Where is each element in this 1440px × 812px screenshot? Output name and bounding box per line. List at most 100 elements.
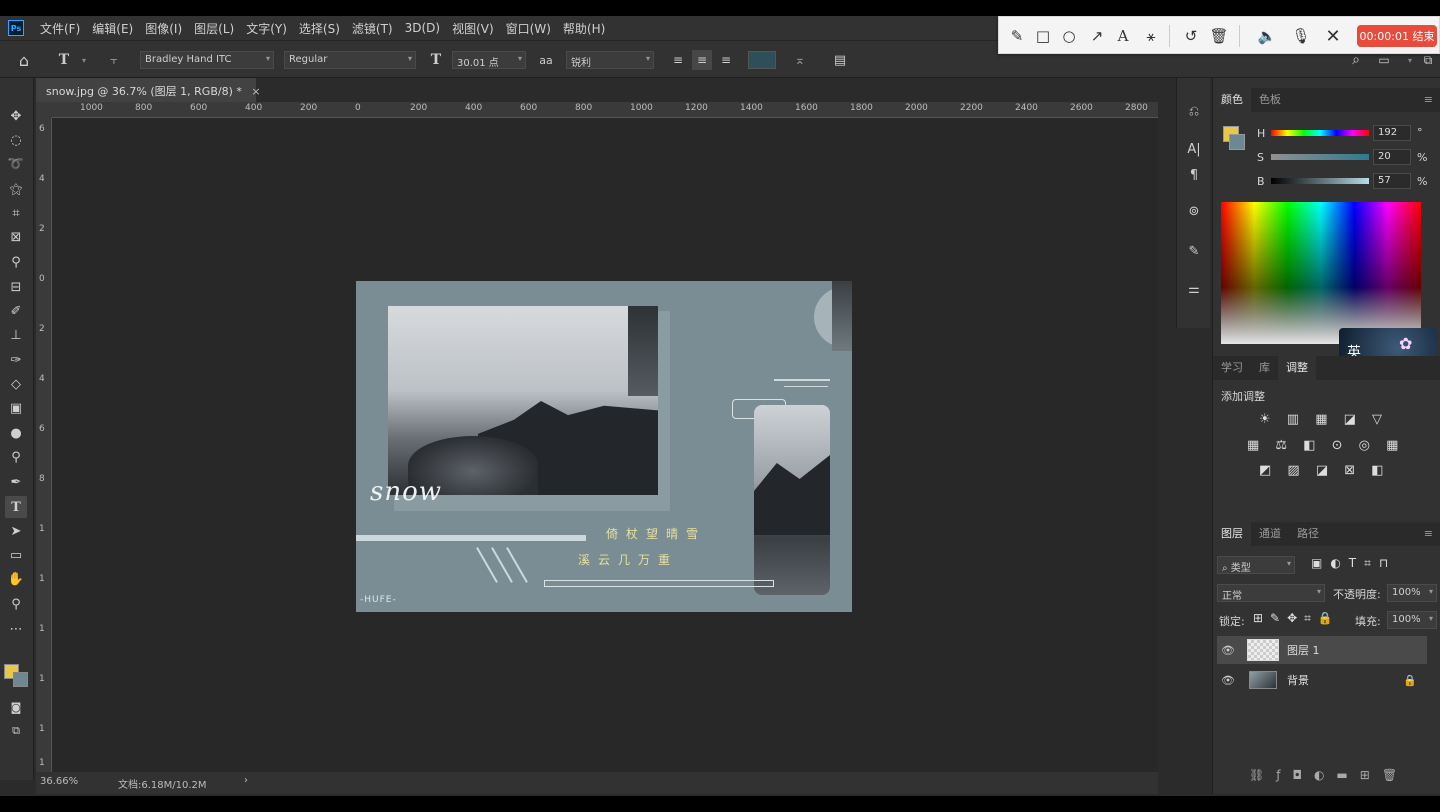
layer-name[interactable]: 背景 [1287,672,1309,688]
hue-value[interactable]: 192 [1373,125,1411,141]
adjustment-icons-row-3[interactable]: ◩ ▨ ◪ ⊠ ◧ [1259,463,1390,478]
path-selection-tool-icon[interactable]: ➤ [5,520,27,542]
eyedropper-tool-icon[interactable]: ⚲ [5,251,27,273]
blend-mode-select[interactable]: 正常 ▾ [1217,584,1325,602]
document-info[interactable]: 文档:6.18M/10.2M [118,776,207,791]
menu-view[interactable]: 视图(V) [446,20,500,37]
menu-edit[interactable]: 编辑(E) [86,20,139,37]
panel-menu-icon[interactable]: ≡ [1416,88,1440,112]
font-size-select[interactable]: 30.01 点 ▾ [452,51,526,69]
eraser-tool-icon[interactable]: ◇ [5,373,27,395]
type-tool-icon[interactable]: T [5,496,27,518]
layer-filter-select[interactable]: ⌕ 类型 ▾ [1217,556,1295,574]
hue-slider[interactable] [1271,130,1369,136]
marquee-tool-icon[interactable]: ◌ [5,129,27,151]
align-left-icon[interactable]: ≡ [668,50,688,70]
tab-libraries[interactable]: 库 [1251,356,1278,380]
tab-swatches[interactable]: 色板 [1251,88,1289,112]
home-icon[interactable]: ⌂ [14,50,34,70]
gradient-tool-icon[interactable]: ▣ [5,397,27,419]
layer-row-layer1[interactable]: 👁 图层 1 [1217,636,1427,664]
fill-input[interactable]: 100% ▾ [1387,611,1437,629]
adjustment-icons-row-2[interactable]: ▦ ⚖ ◧ ⊙ ◎ ▦ [1247,438,1404,453]
more-tools-icon[interactable]: ⋯ [5,618,27,640]
zoom-level[interactable]: 36.66% [40,776,78,787]
poem-line-2[interactable]: 溪云几万重 [578,551,678,568]
screen-mode-icon[interactable]: ⧉ [5,720,27,742]
brightness-value[interactable]: 57 [1373,173,1411,189]
menu-help[interactable]: 帮助(H) [557,20,611,37]
background-color-swatch[interactable] [1229,134,1245,150]
tab-adjustments[interactable]: 调整 [1278,356,1316,380]
close-icon[interactable]: ✕ [1323,26,1343,47]
tab-layers[interactable]: 图层 [1213,522,1251,546]
arrow-icon[interactable]: ↗ [1087,26,1107,46]
layers-footer-icons[interactable]: ⛓ƒ◘◐▬⊞🗑 [1249,768,1409,782]
artwork-canvas[interactable]: snow 倚杖望晴雪 溪云几万重 -HUFE- [356,281,852,612]
microphone-icon[interactable]: 🎙 [1291,26,1311,46]
tab-paths[interactable]: 路径 [1289,522,1327,546]
status-arrow-icon[interactable]: › [244,775,248,786]
rectangle-icon[interactable]: □ [1033,26,1053,46]
saturation-slider[interactable] [1271,154,1369,160]
text-color-swatch[interactable] [748,51,776,69]
dodge-tool-icon[interactable]: ⚲ [5,446,27,468]
menu-3d[interactable]: 3D(D) [399,21,446,35]
tab-color[interactable]: 颜色 [1213,88,1251,112]
healing-brush-tool-icon[interactable]: ⊟ [5,276,27,298]
hand-tool-icon[interactable]: ✋ [5,568,27,590]
magic-wand-tool-icon[interactable]: ⚝ [5,178,27,200]
eye-icon[interactable]: 👁 [1217,674,1239,687]
paragraph-icon[interactable]: ¶ [1183,164,1205,186]
character-icon[interactable]: A| [1183,138,1205,160]
crop-tool-icon[interactable]: ⌗ [5,202,27,224]
quick-mask-icon[interactable]: ◙ [5,696,27,718]
text-icon[interactable]: A [1113,26,1133,46]
brush-settings-icon[interactable]: ✎ [1183,240,1205,262]
rectangle-tool-icon[interactable]: ▭ [5,544,27,566]
color-spectrum-picker[interactable] [1221,202,1421,344]
clone-stamp-tool-icon[interactable]: ⊥ [5,324,27,346]
recording-timer-stop-button[interactable]: 00:00:01 结束 [1357,25,1437,47]
character-panel-icon[interactable]: ▤ [830,50,850,70]
menu-file[interactable]: 文件(F) [34,20,86,37]
undo-icon[interactable]: ↺ [1181,26,1201,46]
properties-icon[interactable]: ⚌ [1183,278,1205,300]
trash-icon[interactable]: 🗑 [1209,26,1229,46]
chevron-down-icon[interactable]: ▾ [74,50,94,70]
menu-select[interactable]: 选择(S) [293,20,346,37]
circle-icon[interactable]: ○ [1059,26,1079,46]
tab-learn[interactable]: 学习 [1213,356,1251,380]
menu-layer[interactable]: 图层(L) [188,20,240,37]
align-center-icon[interactable]: ≡ [692,50,712,70]
lock-icons[interactable]: ⊞✎✥⌗🔒 [1253,611,1340,626]
panel-menu-icon[interactable]: ≡ [1416,522,1440,546]
menu-window[interactable]: 窗口(W) [500,20,557,37]
zoom-tool-icon[interactable]: ⚲ [5,593,27,615]
snow-title-text[interactable]: snow [370,477,442,507]
menu-image[interactable]: 图像(I) [139,20,188,37]
horizontal-ruler[interactable]: 1000 800 600 400 200 0 200 400 600 800 1… [52,102,1158,118]
eye-icon[interactable]: 👁 [1217,644,1239,657]
close-tab-icon[interactable]: × [251,85,260,98]
document-tab[interactable]: snow.jpg @ 36.7% (图层 1, RGB/8) * × [36,78,261,102]
opacity-input[interactable]: 100% ▾ [1387,584,1437,602]
saturation-value[interactable]: 20 [1373,149,1411,165]
type-tool-preset-icon[interactable]: T [54,50,74,70]
align-right-icon[interactable]: ≡ [716,50,736,70]
tab-channels[interactable]: 通道 [1251,522,1289,546]
warp-text-icon[interactable]: ⌅ [790,50,810,70]
background-color-swatch[interactable] [13,672,28,687]
layer-name[interactable]: 图层 1 [1287,642,1320,658]
menu-type[interactable]: 文字(Y) [240,20,293,37]
move-tool-icon[interactable]: ✥ [5,105,27,127]
font-family-select[interactable]: Bradley Hand ITC ▾ [140,51,274,69]
vertical-ruler[interactable]: 6 4 2 0 2 4 6 8 1 1 1 1 1 1 [36,118,52,780]
speaker-icon[interactable]: 🔈 [1257,26,1277,46]
pen-icon[interactable]: ✎ [1007,26,1027,46]
brightness-slider[interactable] [1271,178,1369,184]
text-orientation-icon[interactable]: ⫟ [104,50,124,70]
pen-tool-icon[interactable]: ✒ [5,471,27,493]
poem-line-1[interactable]: 倚杖望晴雪 [606,525,706,542]
lasso-tool-icon[interactable]: ➰ [5,153,27,175]
